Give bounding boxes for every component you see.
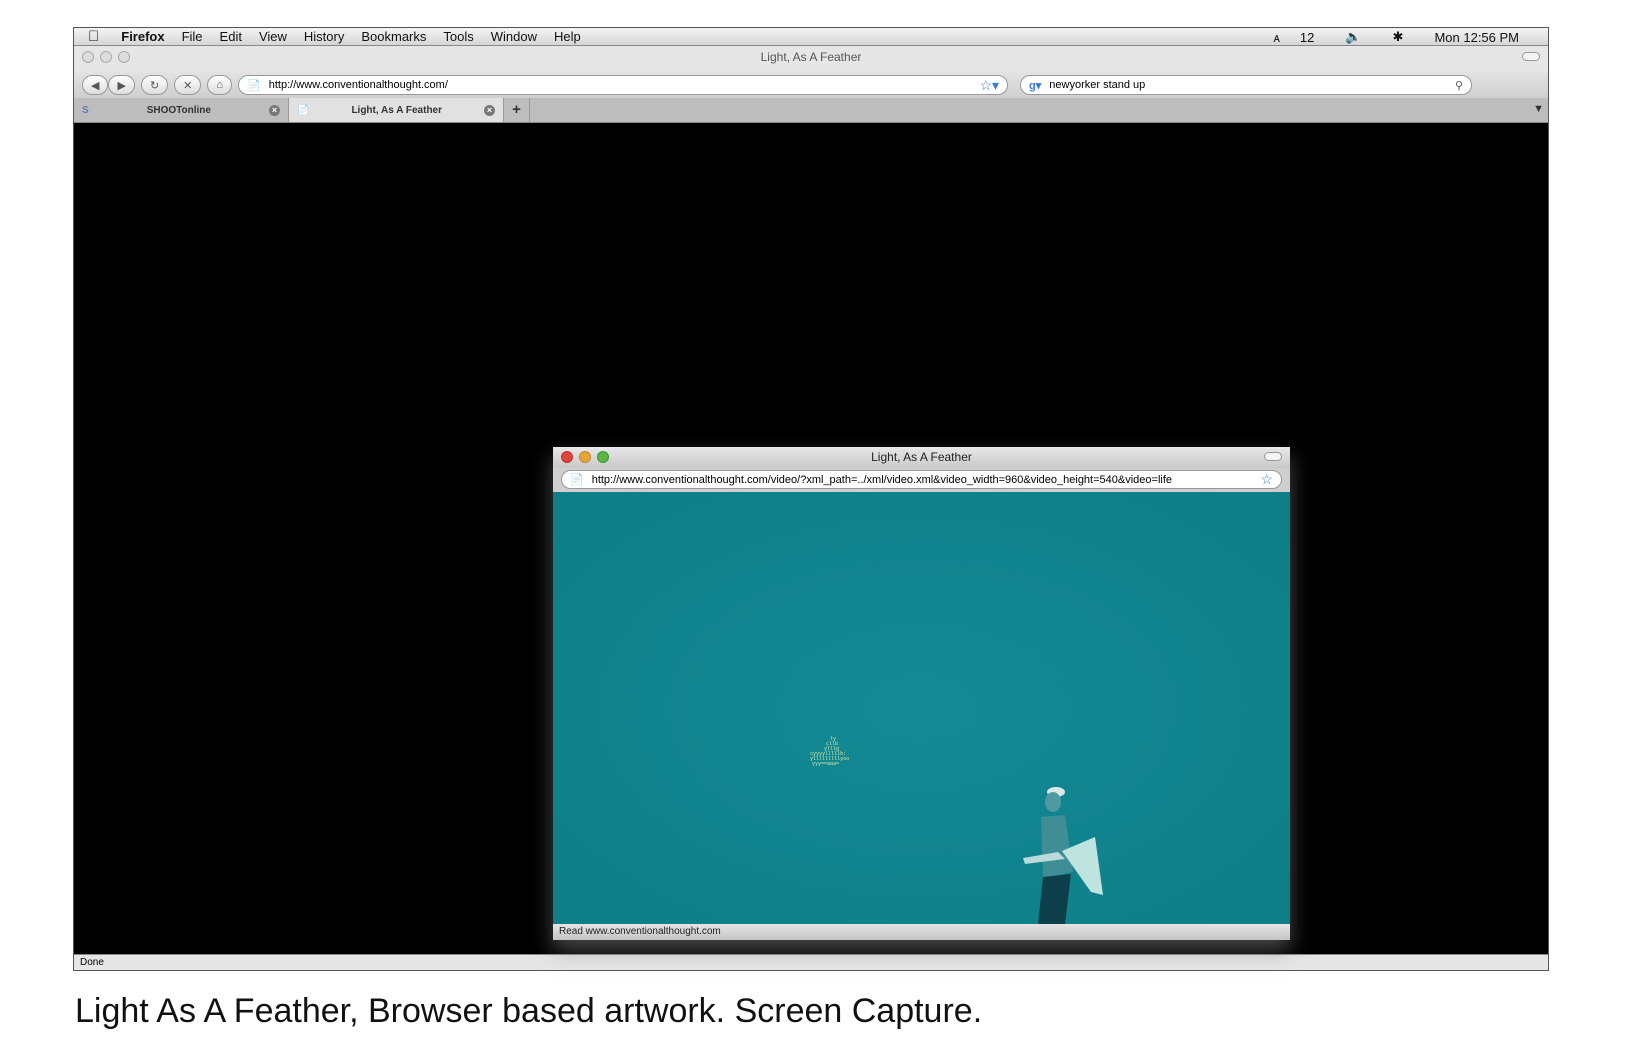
menu-view[interactable]: View xyxy=(259,29,287,44)
video-scene: tycllbylllg cyyyylllllb:ylllllllllyooyyy… xyxy=(810,736,1103,924)
navigation-toolbar: ◀ ▶ ↻ ✕ ⌂ 📄 http://www.conventionalthoug… xyxy=(74,72,1548,98)
url-text: http://www.conventionalthought.com/ xyxy=(268,79,448,91)
menu-file[interactable]: File xyxy=(182,29,203,44)
close-button[interactable] xyxy=(82,51,94,63)
search-text: newyorker stand up xyxy=(1049,79,1146,91)
forward-button[interactable]: ▶ xyxy=(108,75,135,95)
menu-bookmarks[interactable]: Bookmarks xyxy=(361,29,426,44)
menu-history[interactable]: History xyxy=(304,29,344,44)
tab-list-icon[interactable]: ▼ xyxy=(1533,103,1544,115)
bookmark-star-icon[interactable]: ☆ xyxy=(1260,471,1273,488)
search-bar[interactable]: g▾ newyorker stand up ⚲ xyxy=(1020,75,1473,95)
google-icon[interactable]: g▾ xyxy=(1029,79,1041,92)
url-bar[interactable]: 📄 http://www.conventionalthought.com/ ☆▾ xyxy=(238,75,1009,95)
zoom-button[interactable] xyxy=(118,51,130,63)
popup-url-area: 📄 http://www.conventionalthought.com/vid… xyxy=(553,468,1290,492)
page-icon: 📄 xyxy=(247,79,261,92)
popup-status-bar: Read www.conventionalthought.com xyxy=(553,924,1290,940)
apple-icon[interactable]:  xyxy=(88,28,99,45)
stop-button[interactable]: ✕ xyxy=(174,75,202,95)
popup-url-bar[interactable]: 📄 http://www.conventionalthought.com/vid… xyxy=(561,470,1282,489)
bookmark-star-icon[interactable]: ☆▾ xyxy=(979,77,999,94)
tab-close-icon[interactable]: × xyxy=(269,104,280,116)
popup-title-bar: Light, As A Feather xyxy=(553,447,1290,468)
tab-bar: S SHOOTonline × 📄 Light, As A Feather × … xyxy=(74,98,1548,123)
popup-zoom-button[interactable] xyxy=(597,451,609,463)
tab-light-as-a-feather[interactable]: 📄 Light, As A Feather × xyxy=(289,98,504,122)
ascii-sprite: tycllbylllg cyyyylllllb:ylllllllllyooyyy… xyxy=(810,736,849,767)
tab-close-icon[interactable]: × xyxy=(484,104,495,116)
video-area[interactable]: ty cllb ylllg cyyyylllllb: ylllllllllyoo yyy… xyxy=(553,492,1290,924)
popup-toolbar-toggle[interactable] xyxy=(1264,452,1282,461)
status-bar: Done xyxy=(74,954,1548,970)
tab-shootonline[interactable]: S SHOOTonline × xyxy=(74,98,289,122)
page-icon: 📄 xyxy=(570,474,584,486)
toolbar-toggle-button[interactable] xyxy=(1522,52,1540,61)
man-with-flag-figure xyxy=(1023,787,1103,924)
title-bar: Light, As A Feather xyxy=(74,46,1548,72)
window-title: Light, As A Feather xyxy=(760,50,862,64)
search-icon[interactable]: ⚲ xyxy=(1455,79,1463,92)
back-button[interactable]: ◀ xyxy=(82,75,109,95)
popup-url-text: http://www.conventionalthought.com/video… xyxy=(591,473,1173,486)
popup-title: Light, As A Feather xyxy=(871,450,972,464)
menu-window[interactable]: Window xyxy=(491,29,537,44)
menu-firefox[interactable]: Firefox xyxy=(121,29,164,44)
caption: Light As A Feather, Browser based artwor… xyxy=(75,992,983,1030)
minimize-button[interactable] xyxy=(100,51,112,63)
svg-text:yyy==aaa=: yyy==aaa= xyxy=(812,761,839,767)
page-icon: 📄 xyxy=(297,104,310,116)
reload-button[interactable]: ↻ xyxy=(140,75,169,95)
menu-help[interactable]: Help xyxy=(554,29,581,44)
shoot-favicon-icon: S xyxy=(82,104,89,116)
clock[interactable]: Mon 12:56 PM xyxy=(1434,30,1519,45)
popup-window: Light, As A Feather 📄 http://www.convent… xyxy=(553,447,1290,940)
bluetooth-icon[interactable]: ✱ xyxy=(1393,29,1404,45)
adobe-updater-icon[interactable]: ᴀ xyxy=(1273,30,1279,45)
menu-bar:  Firefox File Edit View History Bookmar… xyxy=(74,28,1548,46)
new-tab-button[interactable]: + xyxy=(504,98,530,122)
volume-icon[interactable]: 🔈 xyxy=(1345,29,1361,45)
adobe-count: 12 xyxy=(1299,29,1315,45)
popup-close-button[interactable] xyxy=(561,451,573,463)
menu-edit[interactable]: Edit xyxy=(220,29,242,44)
menu-tools[interactable]: Tools xyxy=(443,29,473,44)
home-button[interactable]: ⌂ xyxy=(207,75,233,95)
popup-minimize-button[interactable] xyxy=(579,451,591,463)
